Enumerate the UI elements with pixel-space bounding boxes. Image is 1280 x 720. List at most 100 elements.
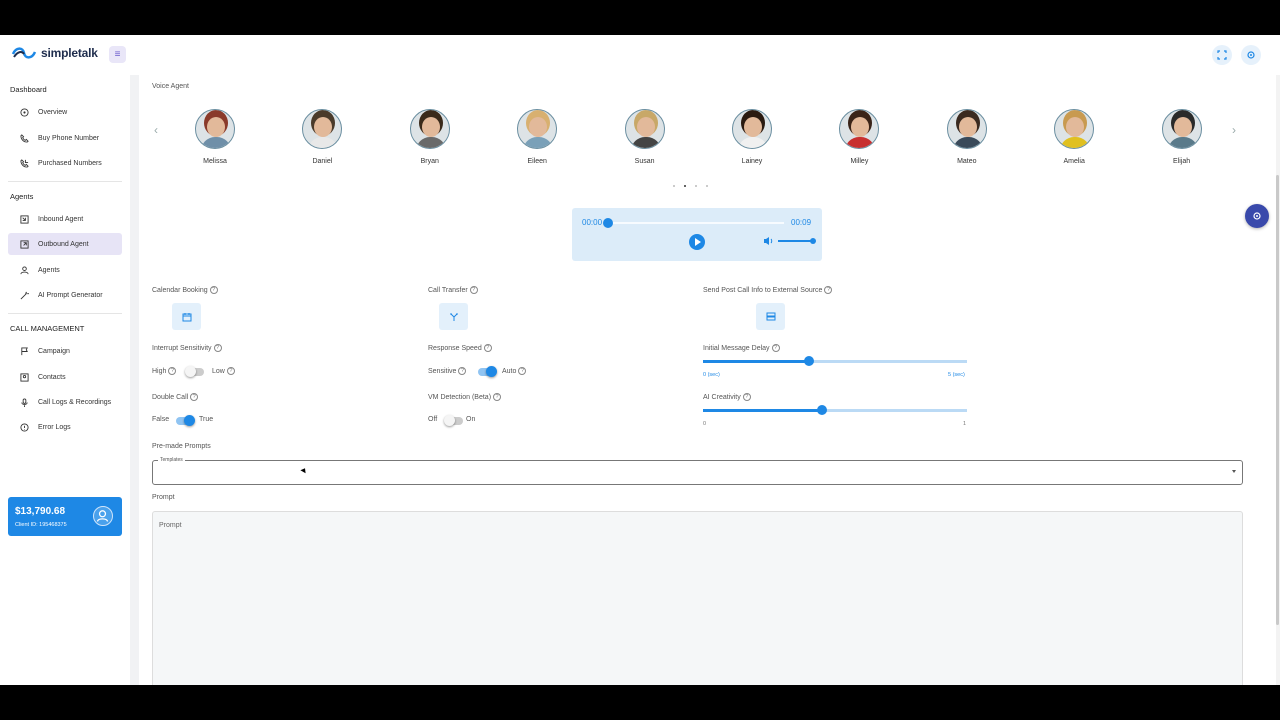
help-icon[interactable]: ? bbox=[190, 393, 199, 401]
pagination-dot-active[interactable] bbox=[684, 185, 686, 187]
settings-button[interactable] bbox=[1241, 45, 1261, 65]
slider-handle[interactable] bbox=[816, 405, 827, 415]
menu-toggle-button[interactable]: ≡ bbox=[109, 46, 126, 63]
help-icon[interactable]: ? bbox=[209, 286, 218, 294]
section-title-agents: Agents bbox=[10, 192, 34, 201]
help-icon[interactable]: ? bbox=[469, 286, 478, 294]
sidebar-item-ai-prompt-generator[interactable]: AI Prompt Generator bbox=[8, 284, 122, 306]
volume-icon[interactable] bbox=[763, 236, 774, 246]
floating-settings-button[interactable] bbox=[1245, 204, 1269, 228]
help-icon[interactable]: ? bbox=[226, 367, 235, 375]
ai-creativity-slider[interactable] bbox=[703, 405, 967, 415]
volume-handle[interactable] bbox=[810, 238, 816, 244]
sidebar-item-label: Contacts bbox=[38, 373, 66, 381]
sidebar-item-agents[interactable]: Agents bbox=[8, 259, 122, 281]
app-window: simpletalk ≡ Dashboard Overview Buy Phon… bbox=[0, 35, 1280, 685]
sidebar-item-purchased-numbers[interactable]: Purchased Numbers bbox=[8, 152, 122, 174]
prompt-textarea[interactable]: Prompt bbox=[152, 511, 1243, 685]
double-call-label: Double Call? bbox=[152, 393, 199, 401]
play-button[interactable] bbox=[689, 234, 705, 250]
agent-name: Elijah bbox=[1173, 158, 1191, 165]
creativity-max-label: 1 bbox=[963, 421, 967, 427]
avatar[interactable] bbox=[93, 506, 113, 526]
pagination-dot[interactable] bbox=[695, 185, 697, 187]
templates-select[interactable]: Templates bbox=[152, 457, 1243, 485]
player-duration: 00:09 bbox=[791, 218, 812, 227]
post-call-text: Send Post Call Info to External Source bbox=[703, 286, 823, 294]
sidebar-item-overview[interactable]: Overview bbox=[8, 101, 122, 123]
slider-handle[interactable] bbox=[803, 356, 814, 366]
help-icon[interactable]: ? bbox=[213, 344, 222, 352]
voice-agent-card[interactable]: Mateo bbox=[937, 109, 997, 165]
response-speed-toggle[interactable] bbox=[478, 366, 497, 377]
speed-sensitive-text: Sensitive bbox=[428, 367, 457, 375]
avatar-body bbox=[630, 137, 661, 148]
post-call-label: Send Post Call Info to External Source? bbox=[703, 286, 833, 294]
main-content: Voice Agent ‹ › Melissa Daniel Bryan Eileen… bbox=[139, 75, 1273, 685]
pagination-dot[interactable] bbox=[706, 185, 708, 187]
agent-name: Mateo bbox=[957, 158, 977, 165]
sidebar-item-call-logs[interactable]: Call Logs & Recordings bbox=[8, 391, 122, 413]
voice-agent-card[interactable]: Bryan bbox=[400, 109, 460, 165]
simpletalk-logo-icon bbox=[11, 47, 37, 59]
inbound-icon bbox=[20, 214, 29, 224]
sidebar: Dashboard Overview Buy Phone Number Purc… bbox=[0, 75, 130, 685]
sidebar-item-campaign[interactable]: Campaign bbox=[8, 340, 122, 362]
help-icon[interactable]: ? bbox=[168, 367, 177, 375]
player-progress-handle[interactable] bbox=[603, 218, 613, 228]
voice-agent-card[interactable]: Eileen bbox=[507, 109, 567, 165]
sidebar-item-label: Campaign bbox=[38, 347, 70, 355]
vm-detection-toggle[interactable] bbox=[444, 415, 463, 426]
logo[interactable]: simpletalk bbox=[11, 45, 98, 61]
help-icon[interactable]: ? bbox=[742, 393, 751, 401]
carousel-prev-button[interactable]: ‹ bbox=[154, 123, 158, 137]
voice-agent-card[interactable]: Amelia bbox=[1044, 109, 1104, 165]
agent-name: Milley bbox=[850, 158, 869, 165]
call-transfer-button[interactable] bbox=[439, 303, 468, 330]
sidebar-item-outbound-agent[interactable]: Outbound Agent bbox=[8, 233, 122, 255]
error-icon bbox=[20, 422, 29, 432]
voice-agent-card[interactable]: Milley bbox=[829, 109, 889, 165]
sidebar-item-buy-phone-number[interactable]: Buy Phone Number bbox=[8, 127, 122, 149]
pagination-dot[interactable] bbox=[673, 185, 675, 187]
vm-detection-text: VM Detection (Beta) bbox=[428, 393, 492, 401]
balance-card[interactable]: $13,790.68 Client ID: 195468375 bbox=[8, 497, 122, 536]
agent-name: Eileen bbox=[527, 158, 547, 165]
voice-agent-card[interactable]: Susan bbox=[615, 109, 675, 165]
agent-avatar bbox=[409, 109, 450, 149]
section-title-call-management: CALL MANAGEMENT bbox=[10, 324, 85, 333]
help-icon[interactable]: ? bbox=[493, 393, 502, 401]
help-icon[interactable]: ? bbox=[458, 367, 467, 375]
carousel-next-button[interactable]: › bbox=[1232, 123, 1236, 137]
sidebar-divider bbox=[8, 181, 122, 182]
player-progress-track[interactable] bbox=[608, 222, 784, 224]
voice-agent-card[interactable]: Elijah bbox=[1152, 109, 1212, 165]
speed-sensitive-label: Sensitive? bbox=[428, 367, 467, 375]
help-icon[interactable]: ? bbox=[518, 367, 527, 375]
help-icon[interactable]: ? bbox=[771, 344, 780, 352]
page-scrollbar-thumb[interactable] bbox=[1276, 175, 1279, 625]
help-icon[interactable]: ? bbox=[824, 286, 833, 294]
response-speed-label: Response Speed? bbox=[428, 344, 492, 352]
sidebar-item-contacts[interactable]: Contacts bbox=[8, 366, 122, 388]
toggle-knob bbox=[184, 415, 195, 426]
voice-agent-card[interactable]: Melissa bbox=[185, 109, 245, 165]
volume-slider[interactable] bbox=[778, 240, 814, 242]
voice-agent-card[interactable]: Lainey bbox=[722, 109, 782, 165]
slider-fill bbox=[703, 409, 822, 412]
phone-incoming-icon bbox=[20, 158, 29, 168]
fullscreen-button[interactable] bbox=[1212, 45, 1232, 65]
help-icon[interactable]: ? bbox=[483, 344, 492, 352]
sidebar-item-error-logs[interactable]: Error Logs bbox=[8, 416, 122, 438]
agent-name: Amelia bbox=[1063, 158, 1085, 165]
double-call-toggle[interactable] bbox=[176, 415, 195, 426]
avatar-body bbox=[308, 137, 339, 148]
calendar-booking-button[interactable] bbox=[172, 303, 201, 330]
avatar-body bbox=[952, 137, 983, 148]
voice-agent-card[interactable]: Daniel bbox=[292, 109, 352, 165]
magic-wand-icon bbox=[20, 291, 29, 299]
interrupt-sensitivity-toggle[interactable] bbox=[185, 366, 204, 377]
post-call-button[interactable] bbox=[756, 303, 785, 330]
initial-delay-slider[interactable] bbox=[703, 356, 967, 366]
sidebar-item-inbound-agent[interactable]: Inbound Agent bbox=[8, 208, 122, 230]
